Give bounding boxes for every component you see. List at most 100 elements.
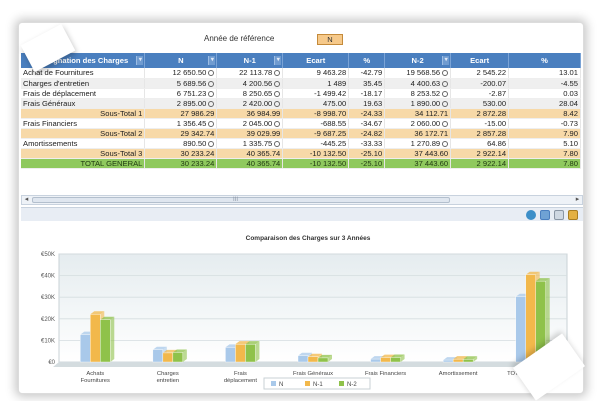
- legend-swatch: [339, 381, 344, 386]
- magnifier-icon[interactable]: [442, 100, 449, 107]
- magnifier-icon[interactable]: [442, 140, 449, 147]
- magnifier-icon[interactable]: [208, 100, 215, 107]
- magnifier-icon[interactable]: [274, 70, 281, 77]
- table-cell-n2: 34 112.71: [384, 108, 452, 119]
- table-cell-ecart: 1 489: [282, 78, 350, 89]
- table-cell-pct2: 7.90: [508, 128, 581, 139]
- table-subtotal-row[interactable]: Sous-Total 1 27 986.29 36 984.99 -8 998.70-…: [21, 108, 581, 119]
- magnifier-icon[interactable]: [442, 70, 449, 77]
- table-cell-ecart2: -15.00: [450, 118, 510, 129]
- table-cell-n: 6 751.23: [144, 88, 218, 99]
- table-cell-label: Achat de Fournitures: [21, 68, 146, 79]
- table-cell-pct: -33.33: [348, 138, 386, 149]
- table-cell-ecart: 475.00: [282, 98, 350, 109]
- refresh-icon[interactable]: [526, 210, 536, 220]
- table-cell-ecart: -8 998.70: [282, 108, 350, 119]
- table-subtotal-row[interactable]: Sous-Total 2 29 342.74 39 029.99 -9 687.25-…: [21, 128, 581, 139]
- table-row[interactable]: Amortissements 890.50 1 335.75 -445.25 -33.3…: [21, 138, 581, 149]
- table-cell-n1: 2 420.00: [216, 98, 284, 109]
- table-cell-n2: 2 060.00: [384, 118, 452, 129]
- reference-year-select[interactable]: N: [317, 34, 343, 45]
- scrollbar-thumb[interactable]: III: [32, 197, 450, 203]
- table-cell-n1: 8 250.65: [216, 88, 284, 99]
- scroll-right-icon[interactable]: ▸: [573, 196, 582, 204]
- table-row[interactable]: Achat de Fournitures 12 650.50 22 113.78 9 …: [21, 68, 581, 79]
- table-row[interactable]: Frais Financiers 1 356.45 2 045.00 -688.55-…: [21, 118, 581, 129]
- table-cell-n2: 37 443.60: [384, 158, 452, 169]
- table-cell-n1: 4 200.56: [216, 78, 284, 89]
- table-cell-n: 5 689.56: [144, 78, 218, 89]
- plot-floor: [53, 362, 567, 367]
- table-cell-pct: -25.10: [348, 158, 386, 169]
- col-header-pct2[interactable]: %: [508, 53, 581, 68]
- magnifier-icon[interactable]: [274, 100, 281, 107]
- table-cell-ecart2: 2 922.14: [450, 148, 510, 159]
- table-cell-pct: -24.82: [348, 128, 386, 139]
- table-cell-ecart: -688.55: [282, 118, 350, 129]
- column-menu-icon[interactable]: ▾: [136, 56, 144, 65]
- magnifier-icon[interactable]: [208, 120, 215, 127]
- column-menu-icon[interactable]: ▾: [208, 56, 216, 65]
- bar-N-1: [162, 352, 174, 363]
- magnifier-icon[interactable]: [208, 140, 215, 147]
- bar-N: [370, 358, 381, 363]
- bar-N: [297, 355, 309, 363]
- export-icon[interactable]: [540, 210, 550, 220]
- magnifier-icon[interactable]: [442, 80, 449, 87]
- table-cell-pct2: -4.55: [508, 78, 581, 89]
- bar-N-2: [462, 359, 474, 363]
- bar-N: [152, 349, 164, 363]
- table-cell-pct: -24.33: [348, 108, 386, 119]
- col-header-n[interactable]: N ▾: [144, 53, 218, 68]
- plot-background: [58, 253, 568, 363]
- table-subtotal-row[interactable]: Sous-Total 3 30 233.24 40 365.74 -10 132.50…: [21, 148, 581, 159]
- bar-N-1: [235, 343, 246, 363]
- grid-icon[interactable]: [568, 210, 578, 220]
- y-tick-label: €30K: [41, 295, 55, 301]
- x-tick-label: Frais Financiers: [365, 371, 406, 377]
- col-header-ecart2[interactable]: Ecart: [450, 53, 510, 68]
- table-cell-label: Frais Généraux: [21, 98, 146, 109]
- charges-chart: Comparaison des Charges sur 3 Années €0 €…: [19, 228, 585, 395]
- magnifier-icon[interactable]: [274, 90, 281, 97]
- table-header-row: Désignation des Charges ▾ N ▾ N-1 ▾ Ecart %…: [21, 53, 581, 68]
- table-total-row[interactable]: TOTAL GENERAL 30 233.24 40 365.74 -10 132.5…: [21, 158, 581, 169]
- table-cell-n2: 37 443.60: [384, 148, 452, 159]
- column-menu-icon[interactable]: ▾: [442, 56, 450, 65]
- magnifier-icon[interactable]: [208, 90, 215, 97]
- table-cell-pct2: 28.04: [508, 98, 581, 109]
- magnifier-icon[interactable]: [208, 80, 215, 87]
- table-cell-ecart2: 2 545.22: [450, 68, 510, 79]
- table-cell-n2: 1 270.89: [384, 138, 452, 149]
- table-cell-pct: 19.63: [348, 98, 386, 109]
- scroll-left-icon[interactable]: ◂: [22, 196, 31, 204]
- table-cell-ecart: -445.25: [282, 138, 350, 149]
- reference-year-label: Année de référence: [204, 34, 275, 43]
- bar-N: [442, 359, 454, 363]
- magnifier-icon[interactable]: [274, 140, 281, 147]
- print-icon[interactable]: [554, 210, 564, 220]
- column-menu-icon[interactable]: ▾: [274, 56, 282, 65]
- col-header-pct[interactable]: %: [348, 53, 386, 68]
- magnifier-icon[interactable]: [274, 120, 281, 127]
- table-cell-ecart: -10 132.50: [282, 158, 350, 169]
- magnifier-icon[interactable]: [208, 70, 215, 77]
- table-row[interactable]: Charges d'entretien 5 689.56 4 200.56 1 489…: [21, 78, 581, 89]
- table-cell-pct2: 7.80: [508, 158, 581, 169]
- table-row[interactable]: Frais de déplacement 6 751.23 8 250.65 -1 4…: [21, 88, 581, 99]
- table-cell-ecart: -1 499.42: [282, 88, 350, 99]
- table-cell-n1: 40 365.74: [216, 148, 284, 159]
- col-header-n2[interactable]: N-2 ▾: [384, 53, 452, 68]
- table-cell-ecart2: 2 857.28: [450, 128, 510, 139]
- bar-N-1: [90, 314, 101, 363]
- table-cell-n1: 40 365.74: [216, 158, 284, 169]
- col-header-n1[interactable]: N-1 ▾: [216, 53, 284, 68]
- table-row[interactable]: Frais Généraux 2 895.00 2 420.00 475.00 19.6…: [21, 98, 581, 109]
- y-tick-label: €0: [48, 360, 55, 366]
- magnifier-icon[interactable]: [442, 120, 449, 127]
- col-header-ecart[interactable]: Ecart: [282, 53, 350, 68]
- magnifier-icon[interactable]: [274, 80, 281, 87]
- table-cell-pct2: 8.42: [508, 108, 581, 119]
- horizontal-scrollbar[interactable]: ◂ III ▸: [21, 195, 583, 205]
- magnifier-icon[interactable]: [442, 90, 449, 97]
